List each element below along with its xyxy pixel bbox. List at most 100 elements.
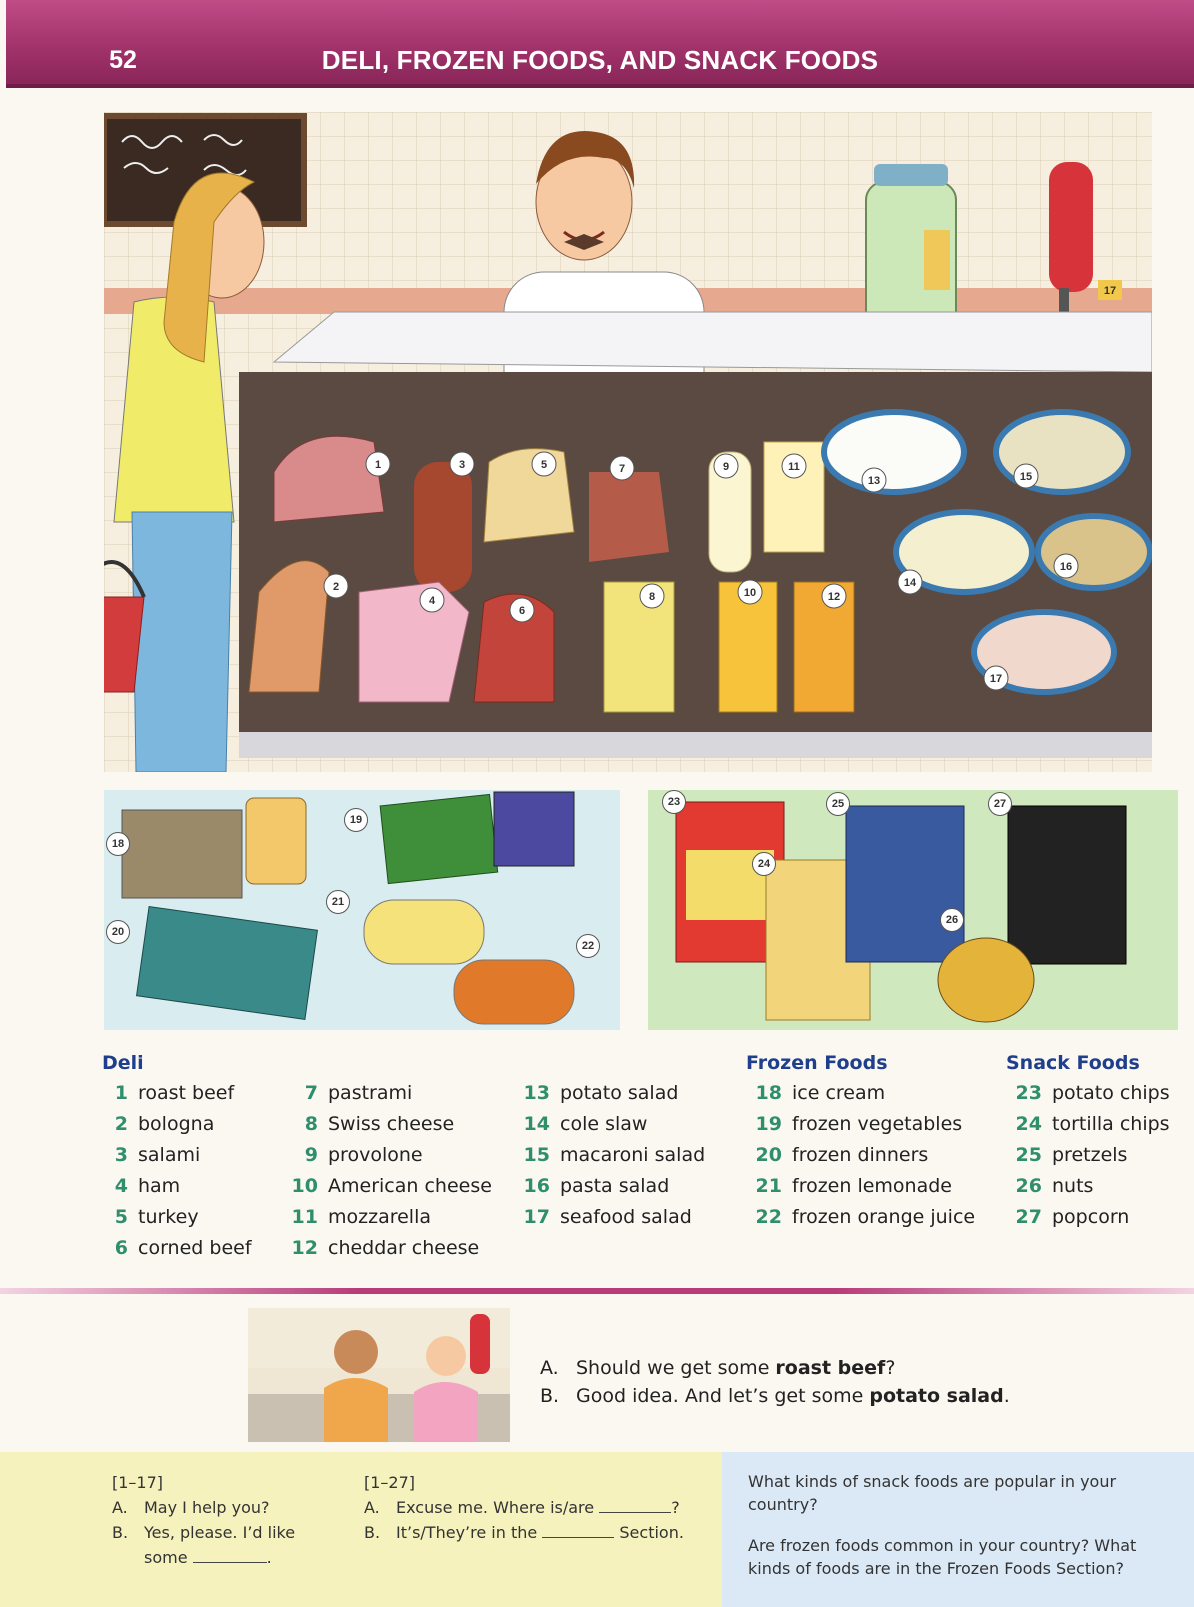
vocab-number: 4	[114, 1175, 128, 1197]
vocab-item: 19 frozen vegetables	[746, 1113, 975, 1144]
vocab-word: frozen vegetables	[792, 1113, 963, 1135]
number-badge: 26	[940, 908, 964, 932]
vocab-word: bologna	[138, 1113, 215, 1135]
vocab-number: 25	[1015, 1144, 1042, 1166]
vocab-word: roast beef	[138, 1082, 235, 1104]
svg-text:11: 11	[788, 461, 800, 473]
vocab-word: frozen orange juice	[792, 1206, 976, 1228]
number-badge: 10	[737, 579, 763, 605]
vocab-item: 9 provolone	[282, 1144, 492, 1175]
discussion-question-2: Are frozen foods common in your country?…	[748, 1536, 1137, 1578]
svg-text:16: 16	[1060, 561, 1072, 573]
vocab-word: pretzels	[1052, 1144, 1128, 1166]
vocab-word: macaroni salad	[560, 1144, 706, 1166]
number-badge: 24	[752, 852, 776, 876]
number-badge: 9	[713, 453, 739, 479]
vocab-item: 12 cheddar cheese	[282, 1237, 492, 1268]
number-badge: 7	[609, 455, 635, 481]
vocab-number: 18	[755, 1082, 782, 1104]
number-badge: 19	[344, 808, 368, 832]
vocab-item: 22 frozen orange juice	[746, 1206, 976, 1237]
vocab-word: ham	[138, 1175, 181, 1197]
vocab-item: 23 potato chips	[1006, 1082, 1170, 1113]
vocab-word: frozen lemonade	[792, 1175, 952, 1197]
svg-text:6: 6	[519, 605, 525, 617]
vocab-number: 17	[523, 1206, 550, 1228]
svg-text:4: 4	[429, 595, 436, 607]
vocab-item: 7 pastrami	[282, 1082, 492, 1113]
number-badge: 1	[365, 451, 391, 477]
number-badge: 23	[662, 790, 686, 814]
vocab-word: provolone	[328, 1144, 423, 1166]
vocab-item: 20 frozen dinners	[746, 1144, 975, 1175]
vocab-item: 4 ham	[102, 1175, 252, 1206]
vocab-item: 16 pasta salad	[514, 1175, 705, 1206]
vocab-word: frozen dinners	[792, 1144, 929, 1166]
number-badge: 2	[323, 573, 349, 599]
vocab-number: 21	[755, 1175, 782, 1197]
answer-blank	[192, 1548, 267, 1563]
vocab-number: 8	[304, 1113, 318, 1135]
svg-text:13: 13	[868, 475, 880, 487]
vocab-word: seafood salad	[560, 1206, 692, 1228]
number-badge: 15	[1013, 463, 1039, 489]
vocab-item: 13 potato salad	[514, 1082, 705, 1113]
vocab-item: 1 roast beef	[102, 1082, 252, 1113]
deli-word-list-col2: 7 pastrami 8 Swiss cheese 9 provolone 10 Americ…	[282, 1082, 492, 1268]
vocab-item: 15 macaroni salad	[514, 1144, 706, 1175]
snack-word-list: Snack Foods 23 potato chips 24 tortilla chi…	[1006, 1052, 1170, 1237]
model-conversation: A. Should we get some roast beef? B. Good …	[540, 1354, 1010, 1410]
number-badge: 13	[861, 467, 887, 493]
number-badge: 3	[449, 451, 475, 477]
vocab-number: 16	[523, 1175, 550, 1197]
vocab-word: potato salad	[560, 1082, 679, 1104]
vocab-word: turkey	[138, 1206, 199, 1228]
vocab-number: 3	[114, 1144, 128, 1166]
vocab-word: mozzarella	[328, 1206, 432, 1228]
number-badge: 21	[326, 890, 350, 914]
number-badge: 18	[106, 832, 130, 856]
number-badge: 20	[106, 920, 130, 944]
conversation-line-b: B. Good idea. And let’s get some potato s…	[540, 1385, 1010, 1407]
vocab-word: tortilla chips	[1052, 1113, 1170, 1135]
vocab-item: 18 ice cream	[746, 1082, 975, 1113]
svg-text:15: 15	[1020, 471, 1032, 483]
svg-text:9: 9	[723, 461, 729, 473]
vocab-number: 11	[291, 1206, 318, 1228]
svg-text:5: 5	[541, 459, 547, 471]
vocab-word: Swiss cheese	[328, 1113, 455, 1135]
frozen-heading: Frozen Foods	[746, 1052, 888, 1074]
number-badge: 27	[988, 792, 1012, 816]
snack-heading: Snack Foods	[1006, 1052, 1140, 1074]
vocab-number: 5	[114, 1206, 128, 1228]
vocab-item: 6 corned beef	[102, 1237, 252, 1268]
vocab-word: American cheese	[328, 1175, 492, 1197]
number-badge: 8	[639, 583, 665, 609]
number-badge: 11	[781, 453, 807, 479]
vocab-word: cole slaw	[560, 1113, 648, 1135]
deli-heading: Deli	[102, 1052, 144, 1074]
vocab-word: popcorn	[1052, 1206, 1130, 1228]
section-divider	[0, 1288, 1194, 1294]
number-badge: 17	[983, 665, 1009, 691]
frozen-foods-illustration: 18 19 20 21 22	[104, 790, 620, 1030]
vocab-word: cheddar cheese	[328, 1237, 480, 1259]
vocab-number: 6	[114, 1237, 128, 1259]
deli-counter-illustration: 17 1 2 3 4 5 6 7 8 9 10 11 12 13 14 15 1…	[104, 112, 1152, 772]
vocab-number: 24	[1015, 1113, 1042, 1135]
vocab-word: potato chips	[1052, 1082, 1170, 1104]
vocab-number: 7	[304, 1082, 318, 1104]
number-badge: 16	[1053, 553, 1079, 579]
vocab-number: 13	[523, 1082, 550, 1104]
snack-foods-illustration: 23 24 25 26 27	[648, 790, 1178, 1030]
deli-word-list-col3: 13 potato salad 14 cole slaw 15 macaroni sala…	[514, 1082, 706, 1237]
pickle-jar	[865, 164, 957, 333]
practice-exercise-2: [1–27] A. Excuse me. Where is/are ? B. It’…	[364, 1473, 684, 1542]
number-badge: 25	[826, 792, 850, 816]
vocab-number: 2	[114, 1113, 128, 1135]
practice-exercise-1: [1–17] A. May I help you? B. Yes, please. …	[112, 1473, 296, 1567]
svg-text:10: 10	[744, 587, 756, 599]
number-badge: 12	[821, 583, 847, 609]
svg-text:8: 8	[649, 591, 655, 603]
vocab-item: 3 salami	[102, 1144, 252, 1175]
